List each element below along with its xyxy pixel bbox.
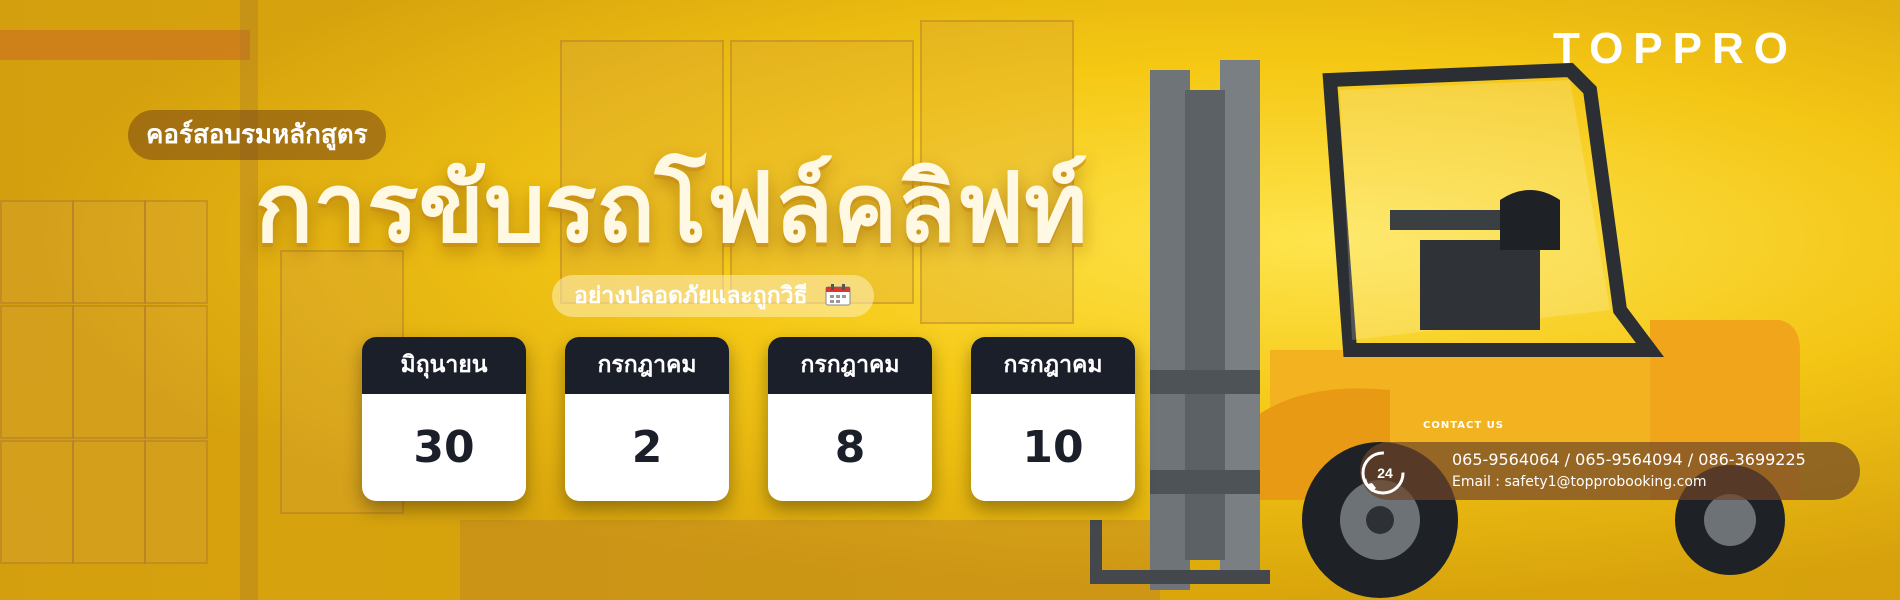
contact-phones: 065-9564064 / 065-9564094 / 086-3699225 xyxy=(1452,450,1806,469)
contact-email: Email : safety1@topprobooking.com xyxy=(1452,474,1707,490)
date-card-day: 30 xyxy=(413,422,475,473)
date-card-month: มิถุนายน xyxy=(362,337,526,394)
contact-label: CONTACT US xyxy=(1423,420,1504,431)
date-card-month: กรกฎาคม xyxy=(768,337,932,394)
phone-24-icon: 24 xyxy=(1361,451,1405,495)
course-subtitle-pill: อย่างปลอดภัยและถูกวิธี xyxy=(552,275,874,317)
date-card: มิถุนายน 30 xyxy=(362,337,526,501)
phone-24-badge: 24 xyxy=(1377,465,1393,481)
date-card-day: 8 xyxy=(834,422,866,473)
date-card-month: กรกฎาคม xyxy=(971,337,1135,394)
course-subtitle: อย่างปลอดภัยและถูกวิธี xyxy=(574,283,808,309)
date-card: กรกฎาคม 10 xyxy=(971,337,1135,501)
date-card-day: 2 xyxy=(631,422,663,473)
calendar-icon xyxy=(825,284,851,306)
date-card-day: 10 xyxy=(1022,422,1084,473)
forklift-image xyxy=(1090,60,1800,598)
course-banner: TOPPRO คอร์สอบรมหลักสูตร การขับรถโฟล์คลิ… xyxy=(0,0,1900,600)
date-card: กรกฎาคม 8 xyxy=(768,337,932,501)
date-card-month: กรกฎาคม xyxy=(565,337,729,394)
course-title: การขับรถโฟล์คลิฟท์ xyxy=(255,152,1088,264)
date-card: กรกฎาคม 2 xyxy=(565,337,729,501)
